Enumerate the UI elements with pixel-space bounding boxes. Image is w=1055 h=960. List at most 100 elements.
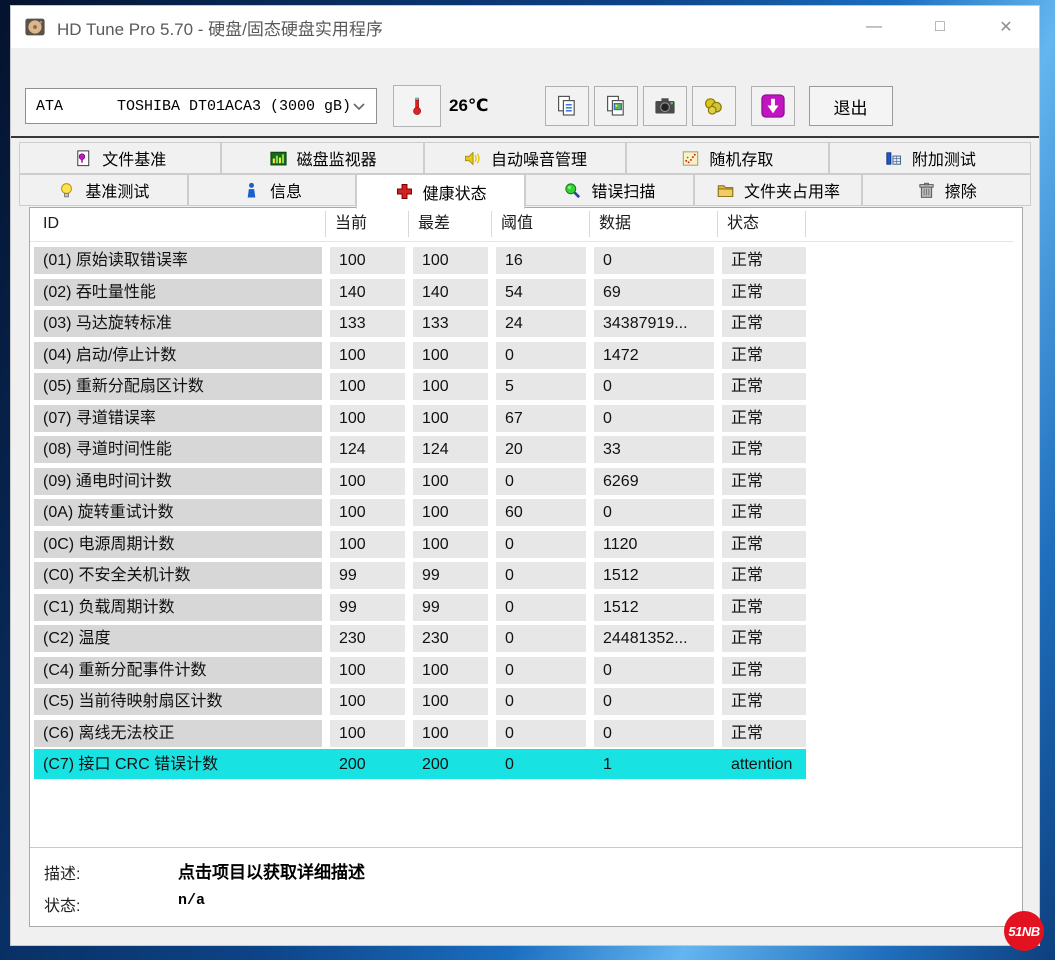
status-label: 状态: <box>44 892 80 916</box>
table-row[interactable]: (0A) 旋转重试计数 100 100 60 0 正常 <box>30 497 1022 529</box>
cell-current: 133 <box>330 310 405 337</box>
tab-noise-management[interactable]: 自动噪音管理 <box>424 142 626 174</box>
tab-label: 磁盘监视器 <box>297 146 377 170</box>
cell-worst: 99 <box>413 594 488 621</box>
table-row[interactable]: (09) 通电时间计数 100 100 0 6269 正常 <box>30 466 1022 498</box>
drive-selector-dropdown[interactable]: ATA TOSHIBA DT01ACA3 (3000 gB) <box>25 88 377 124</box>
tab-label: 擦除 <box>945 178 977 202</box>
column-header-status[interactable]: 状态 <box>718 211 806 237</box>
table-row[interactable]: (C0) 不安全关机计数 99 99 0 1512 正常 <box>30 560 1022 592</box>
cell-status: 正常 <box>722 310 806 337</box>
tab-file-benchmark[interactable]: 文件基准 <box>19 142 221 174</box>
column-header-current[interactable]: 当前 <box>326 211 409 237</box>
donate-button[interactable] <box>692 86 736 126</box>
table-row[interactable]: (03) 马达旋转标准 133 133 24 34387919... 正常 <box>30 308 1022 340</box>
cell-status: 正常 <box>722 499 806 526</box>
cell-worst: 200 <box>413 751 488 778</box>
cell-data: 1472 <box>594 342 714 369</box>
copy-text-button[interactable] <box>545 86 589 126</box>
tab-icon <box>57 181 76 200</box>
window-controls: — □ ✕ <box>841 6 1039 48</box>
tab-folder-usage[interactable]: 文件夹占用率 <box>694 174 863 206</box>
copy-image-button[interactable] <box>594 86 638 126</box>
cell-status: 正常 <box>722 468 806 495</box>
tab-disk-monitor[interactable]: 磁盘监视器 <box>221 142 423 174</box>
tab-erase[interactable]: 擦除 <box>862 174 1031 206</box>
tab-icon <box>74 149 93 168</box>
tab-extra-tests[interactable]: 附加测试 <box>829 142 1031 174</box>
tab-row-bottom: 基准测试 信息 健康状态 错误扫描 <box>19 174 1031 206</box>
temperature-button[interactable] <box>393 85 441 127</box>
cell-id: (C0) 不安全关机计数 <box>34 562 322 589</box>
app-window: HD Tune Pro 5.70 - 硬盘/固态硬盘实用程序 — □ ✕ ATA… <box>10 5 1040 946</box>
tab-label: 文件基准 <box>102 146 166 170</box>
maximize-button[interactable]: □ <box>907 6 973 48</box>
tab-random-access[interactable]: 随机存取 <box>626 142 828 174</box>
cell-status: 正常 <box>722 436 806 463</box>
tab-label: 随机存取 <box>709 146 773 170</box>
tab-benchmark[interactable]: 基准测试 <box>19 174 188 206</box>
detail-footer: 描述: 点击项目以获取详细描述 状态: n/a <box>30 847 1022 926</box>
tab-health[interactable]: 健康状态 <box>356 174 525 209</box>
cell-id: (09) 通电时间计数 <box>34 468 322 495</box>
chevron-down-icon <box>352 102 366 111</box>
column-header-threshold[interactable]: 阈值 <box>492 211 590 237</box>
toolbar-separator <box>11 136 1039 138</box>
cell-threshold: 60 <box>496 499 586 526</box>
table-row[interactable]: (C2) 温度 230 230 0 24481352... 正常 <box>30 623 1022 655</box>
table-row[interactable]: (C1) 负载周期计数 99 99 0 1512 正常 <box>30 592 1022 624</box>
cell-threshold: 5 <box>496 373 586 400</box>
cell-status: attention <box>722 751 806 778</box>
cell-current: 100 <box>330 657 405 684</box>
tool-button-icon <box>604 94 628 118</box>
table-row[interactable]: (07) 寻道错误率 100 100 67 0 正常 <box>30 403 1022 435</box>
cell-status: 正常 <box>722 562 806 589</box>
table-row[interactable]: (04) 启动/停止计数 100 100 0 1472 正常 <box>30 340 1022 372</box>
table-row[interactable]: (C4) 重新分配事件计数 100 100 0 0 正常 <box>30 655 1022 687</box>
table-row[interactable]: (02) 吞吐量性能 140 140 54 69 正常 <box>30 277 1022 309</box>
table-row[interactable]: (C5) 当前待映射扇区计数 100 100 0 0 正常 <box>30 686 1022 718</box>
menu-bar <box>11 48 1039 78</box>
health-status-panel: ID 当前 最差 阈值 数据 状态 (01) 原始读取错误率 100 100 1… <box>29 207 1023 927</box>
table-row[interactable]: (01) 原始读取错误率 100 100 16 0 正常 <box>30 245 1022 277</box>
download-button[interactable] <box>751 86 795 126</box>
cell-worst: 100 <box>413 657 488 684</box>
cell-current: 100 <box>330 531 405 558</box>
cell-data: 24481352... <box>594 625 714 652</box>
cell-worst: 124 <box>413 436 488 463</box>
tool-button-icon <box>761 94 785 118</box>
cell-status: 正常 <box>722 342 806 369</box>
cell-worst: 100 <box>413 468 488 495</box>
table-row[interactable]: (C7) 接口 CRC 错误计数 200 200 0 1 attention <box>30 749 1022 781</box>
tab-info[interactable]: 信息 <box>188 174 357 206</box>
cell-worst: 99 <box>413 562 488 589</box>
column-header-id[interactable]: ID <box>34 211 326 237</box>
cell-current: 100 <box>330 499 405 526</box>
column-header-data[interactable]: 数据 <box>590 211 718 237</box>
cell-data: 0 <box>594 720 714 747</box>
tab-error-scan[interactable]: 错误扫描 <box>525 174 694 206</box>
cell-threshold: 67 <box>496 405 586 432</box>
exit-button[interactable]: 退出 <box>809 86 893 126</box>
table-row[interactable]: (05) 重新分配扇区计数 100 100 5 0 正常 <box>30 371 1022 403</box>
minimize-button[interactable]: — <box>841 6 907 48</box>
cell-status: 正常 <box>722 405 806 432</box>
screenshot-button[interactable] <box>643 86 687 126</box>
cell-threshold: 0 <box>496 751 586 778</box>
tab-icon <box>395 182 414 201</box>
column-header-worst[interactable]: 最差 <box>409 211 492 237</box>
close-button[interactable]: ✕ <box>973 6 1039 48</box>
cell-threshold: 0 <box>496 625 586 652</box>
cell-data: 69 <box>594 279 714 306</box>
cell-worst: 100 <box>413 720 488 747</box>
cell-worst: 100 <box>413 405 488 432</box>
51nb-watermark-badge: 51NB <box>1004 911 1044 951</box>
cell-data: 0 <box>594 373 714 400</box>
tab-icon <box>269 149 288 168</box>
table-row[interactable]: (0C) 电源周期计数 100 100 0 1120 正常 <box>30 529 1022 561</box>
cell-id: (0A) 旋转重试计数 <box>34 499 322 526</box>
table-row[interactable]: (C6) 离线无法校正 100 100 0 0 正常 <box>30 718 1022 750</box>
table-row[interactable]: (08) 寻道时间性能 124 124 20 33 正常 <box>30 434 1022 466</box>
title-bar: HD Tune Pro 5.70 - 硬盘/固态硬盘实用程序 — □ ✕ <box>11 6 1039 48</box>
cell-id: (02) 吞吐量性能 <box>34 279 322 306</box>
